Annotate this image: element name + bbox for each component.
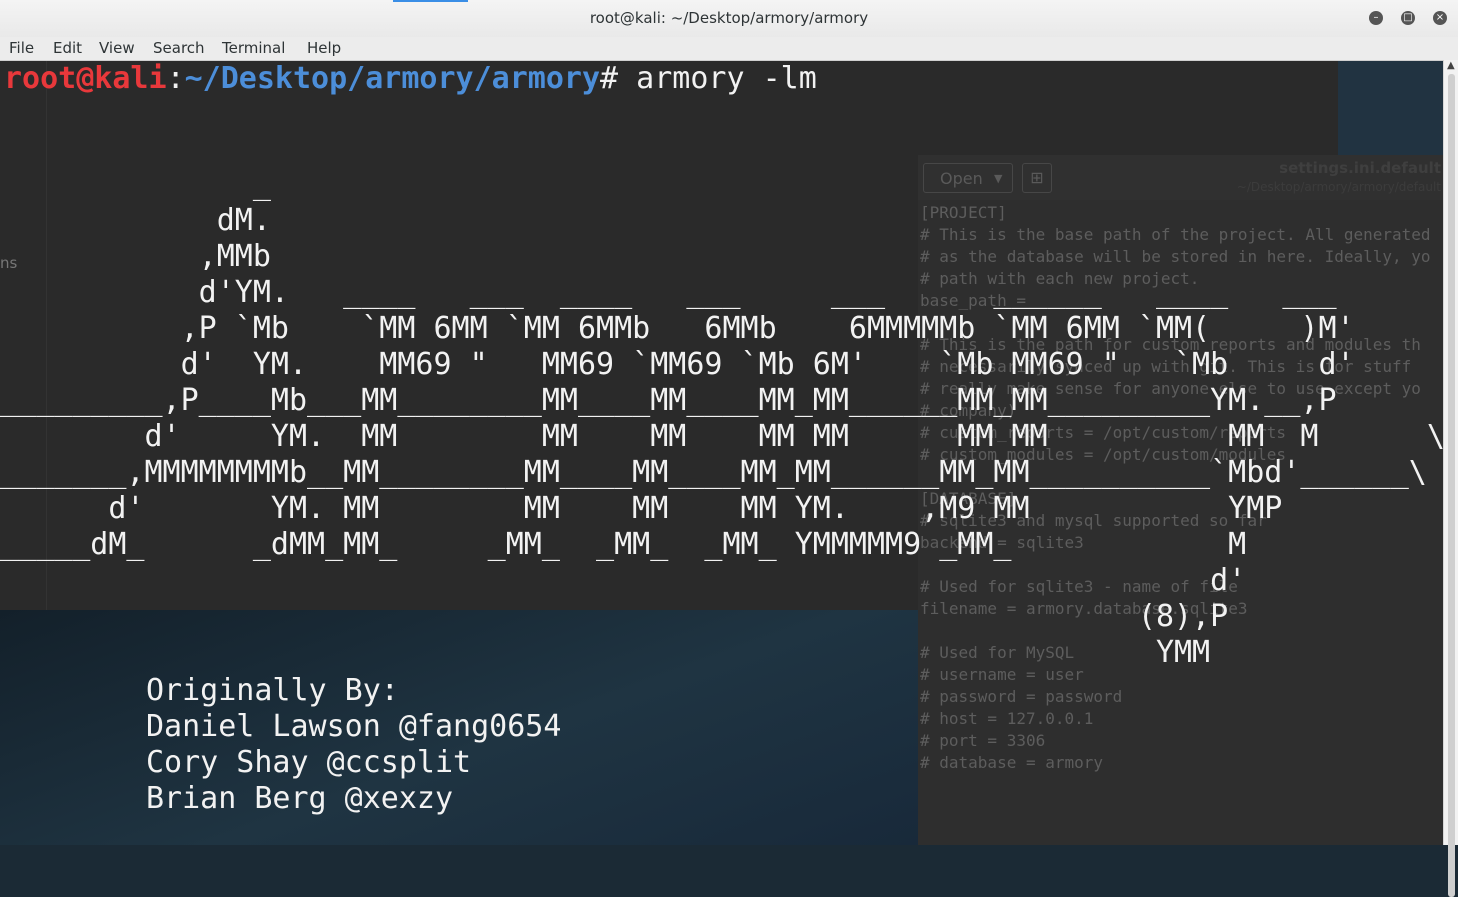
ascii-art-line: ,MMb — [0, 239, 271, 274]
maximize-icon[interactable]: □ — [1401, 11, 1415, 25]
ascii-art-line: d' YM. MM MM MM MM MM MM MM MM M \ — [0, 419, 1445, 454]
credit-line: Originally By: — [146, 673, 399, 708]
prompt-command: armory -lm — [618, 61, 817, 96]
scrollbar-thumb[interactable] — [1448, 74, 1455, 897]
prompt-colon: : — [166, 61, 185, 96]
ascii-art-line: d'YM. ____ ___ ____ ___ ___ ______ ____ … — [0, 275, 1337, 310]
ascii-art-line: _____dM_ _dMM_MM_ _MM_ _MM_ _MM_ YMMMMM9… — [0, 527, 1247, 562]
titlebar-accent — [393, 0, 468, 2]
ascii-art-line: d' YM. MM MM MM MM YM. ,M9 MM YMP — [0, 491, 1283, 526]
editor-line: # password = password — [920, 687, 1123, 706]
menu-file[interactable]: File — [9, 39, 34, 57]
ascii-art-line: dM. — [0, 203, 271, 238]
credits-block: Originally By: Daniel Lawson @fang0654 Cor… — [146, 673, 561, 817]
menu-search[interactable]: Search — [153, 39, 205, 57]
menu-terminal[interactable]: Terminal — [222, 39, 285, 57]
terminal-prompt-line: root@kali:~/Desktop/armory/armory# armor… — [4, 61, 817, 97]
ascii-art-line: _ — [0, 167, 271, 202]
ascii-art-banner: _ dM. ,MMb d'YM. ____ ___ ____ ___ ___ _… — [0, 167, 1445, 671]
ascii-art-line: ,P `Mb `MM 6MM `MM 6MMb 6MMb 6MMMMMb `MM… — [0, 311, 1355, 346]
close-icon[interactable]: × — [1433, 11, 1447, 25]
menu-help[interactable]: Help — [307, 39, 341, 57]
editor-line: # database = armory — [920, 753, 1104, 772]
ascii-art-line: _______,MMMMMMMMb__MM________MM____MM___… — [0, 455, 1427, 490]
scroll-up-icon[interactable]: ▲ — [1447, 60, 1455, 71]
menu-edit[interactable]: Edit — [53, 39, 82, 57]
prompt-user-host: root@kali — [4, 61, 167, 96]
credit-line: Cory Shay @ccsplit — [146, 745, 472, 780]
ascii-art-line: d' — [0, 563, 1247, 598]
credit-line: Daniel Lawson @fang0654 — [146, 709, 562, 744]
ascii-art-line: (8),P — [0, 599, 1229, 634]
menu-view[interactable]: View — [99, 39, 135, 57]
menu-bar: File Edit View Search Terminal Help — [0, 37, 1458, 61]
window-titlebar[interactable]: root@kali: ~/Desktop/armory/armory – □ × — [0, 0, 1458, 37]
background-window-panel — [1338, 60, 1443, 155]
ascii-art-line: YMM — [0, 635, 1211, 670]
window-title: root@kali: ~/Desktop/armory/armory — [589, 9, 869, 27]
terminal-scrollbar[interactable]: ▲ — [1443, 60, 1458, 897]
ascii-art-line: _________,P____Mb___MM________MM____MM__… — [0, 383, 1337, 418]
minimize-icon[interactable]: – — [1369, 11, 1383, 25]
editor-line: # port = 3306 — [920, 731, 1046, 750]
prompt-symbol: # — [600, 61, 619, 96]
editor-line: # host = 127.0.0.1 — [920, 709, 1094, 728]
ascii-art-line: d' YM. MM69 " MM69 `MM69 `Mb 6M' `Mb MM6… — [0, 347, 1355, 382]
credit-line: Brian Berg @xexzy — [146, 781, 454, 816]
prompt-path: ~/Desktop/armory/armory — [184, 61, 601, 96]
